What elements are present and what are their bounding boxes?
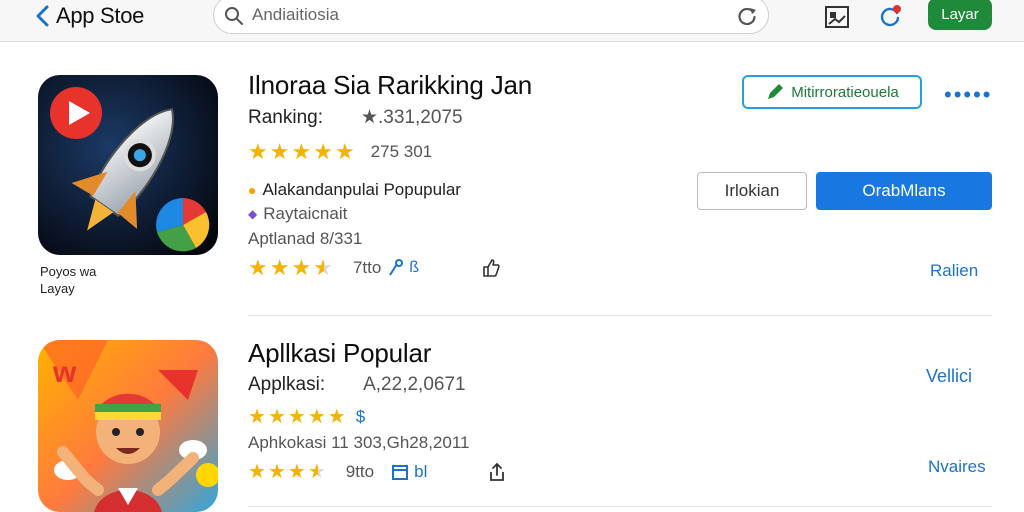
chevron-left-icon [36,5,49,27]
star-icon: ★ [269,139,290,164]
star-icon: ★ [269,255,290,280]
svg-text:w: w [52,356,77,389]
star-icon: ★ [248,139,268,164]
star-icon: ★ [291,255,312,280]
category-row: ● Alakandanpulai Popupular [248,180,461,200]
rating2-stars: ★ ★ ★ ★ [248,461,326,483]
star-icon: ★ [334,139,355,164]
half-star-icon: ★ [307,461,326,483]
meta-text: Aphkokasi 11 303,Gh28,2011 [248,433,470,452]
star-icon: ★ [267,461,286,483]
developer-row: ◆ Raytaicnait [248,204,347,224]
screenshot-icon[interactable] [824,4,850,30]
star-icon: ★ [287,406,306,428]
search-input[interactable] [252,2,722,28]
more-options-icon[interactable]: ••••• [944,82,993,108]
character-icon: w [38,340,218,512]
star-icon: ★ [313,139,333,164]
app-title[interactable]: Ilnoraa Sia Rarikking Jan [248,70,532,101]
review-count: 7tto [352,258,382,277]
link-icon[interactable] [387,258,407,278]
caption-line-1: Poyos wa [40,264,97,279]
layar-button[interactable]: Layar [928,0,992,30]
search-icon [225,7,243,25]
side-link[interactable]: Ralien [930,261,978,281]
refresh-icon[interactable] [736,5,758,27]
badge-label: Mitirroratieouela [791,83,899,101]
rating-stars: ★ ★ ★ ★ ★ [248,141,355,163]
calendar-icon[interactable] [390,462,410,482]
star-icon: ★ [248,406,266,428]
pencil-icon [768,84,784,99]
star-icon: ★ [327,406,346,428]
meta-row: Aphkokasi 11 303,Gh28,2011 [248,433,469,453]
back-button[interactable]: App Stoe [34,3,144,29]
review-count: 9tto [345,462,375,481]
meta-row: Aptlanad 8/331 [248,229,362,249]
count-suffix: bl [414,462,428,481]
thumbs-up-icon[interactable] [481,258,501,278]
category-icon: ● [248,182,257,198]
rating2-row: ★ ★ ★ ★ 7tto ß [248,257,501,279]
card-divider-bottom [248,506,992,507]
top-link[interactable]: Vellici [926,366,972,387]
star-icon: ★ [267,406,286,428]
share-icon[interactable] [487,462,507,482]
category-label: Alakandanpulai Popupular [262,180,461,199]
developer-icon: ◆ [248,207,258,221]
caption-line-2: Layay [40,281,75,296]
search-bar [213,0,769,34]
star-icon: ★ [287,461,306,483]
rating-row: ★ ★ ★ ★ ★ 275 301 [248,141,432,163]
rating-text: 275 301 [370,142,433,161]
card-divider [248,315,992,316]
back-label: App Stoe [56,3,145,28]
top-bar: App Stoe Layar [0,0,1024,42]
notification-sync-icon[interactable] [877,4,903,30]
half-star-icon: ★ [313,255,333,280]
price-symbol: $ [355,407,366,426]
app-icon-rocket[interactable] [38,75,218,255]
side-link[interactable]: Nvaires [928,457,986,477]
ranking-label: Ranking: [248,106,323,128]
developer-label: Raytaicnait [263,204,348,223]
app-icon-caption: Poyos wa Layay [40,263,96,297]
rating2-row: ★ ★ ★ ★ 9tto bl [248,461,507,483]
ranking-row: Ranking: ★.331,2075 [248,106,463,129]
ranking-value: ★.331,2075 [361,107,463,128]
rating-stars: ★ ★ ★ ★ ★ [248,406,346,428]
ranking-value: A,22,2,0671 [363,374,466,395]
star-icon: ★ [307,406,326,428]
star-icon: ★ [248,461,266,483]
star-icon: ★ [248,255,268,280]
editor-choice-badge[interactable]: Mitirroratieouela [742,75,922,109]
ranking-label: Applkasi: [248,374,326,395]
rating2-stars: ★ ★ ★ ★ [248,257,333,279]
star-icon: ★ [291,139,312,164]
secondary-button[interactable]: Irlokian [697,172,807,210]
ranking-row: Applkasi: A,22,2,0671 [248,374,466,396]
app-title[interactable]: Apllkasi Popular [248,338,431,369]
rocket-icon [38,75,218,255]
share-small-icon[interactable]: ß [409,259,419,277]
primary-button[interactable]: OrabMlans [816,172,992,210]
app-icon-character[interactable]: w [38,340,218,512]
meta-text: Aptlanad 8/331 [248,229,363,248]
rating-row: ★ ★ ★ ★ ★ $ [248,406,365,428]
